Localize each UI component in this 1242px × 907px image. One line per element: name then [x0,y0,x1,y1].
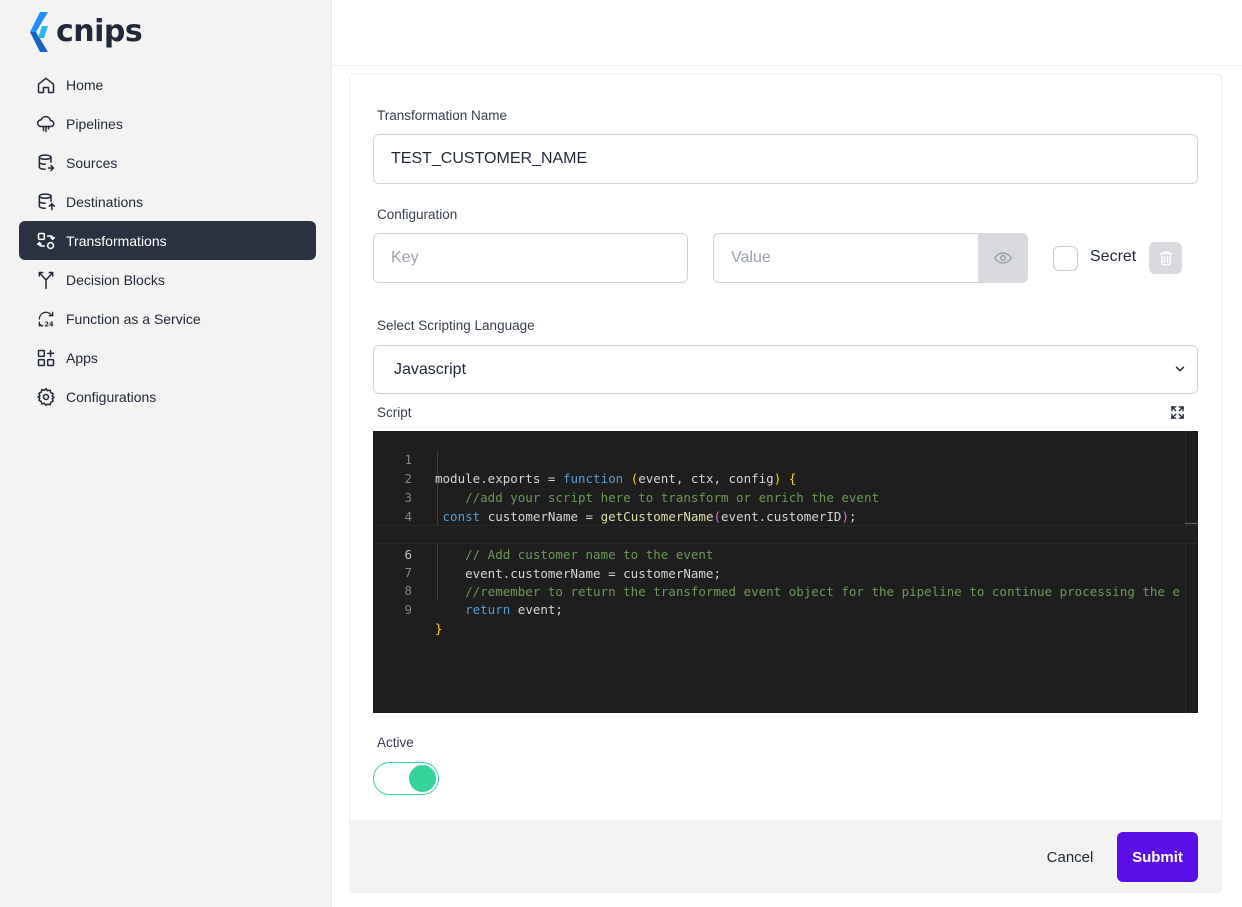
code-editor[interactable]: 1 module.exports = function (event, ctx,… [373,431,1198,713]
home-icon [36,75,56,95]
sidebar-item-label: Destinations [66,193,144,210]
logo-text: cnips [56,13,143,49]
sidebar: cnips Home Pipelines Sources Destination… [0,0,332,907]
script-label: Script [377,405,412,420]
code-line: 5 // Add customer name to the event [373,507,1198,562]
sidebar-item-home[interactable]: Home [19,65,316,104]
code-line: 3 const customerName = getCustomerName(e… [373,469,1198,524]
sidebar-item-transformations[interactable]: Transformations [19,221,316,260]
active-label: Active [377,735,414,750]
app-root: cnips Home Pipelines Sources Destination… [0,0,1242,907]
code-text: return event; [465,602,563,617]
sidebar-item-label: Pipelines [66,115,123,132]
sidebar-item-decision-blocks[interactable]: Decision Blocks [19,260,316,299]
top-bar [332,0,1242,66]
scripting-language-select[interactable]: Javascript [373,345,1198,394]
sidebar-item-configurations[interactable]: Configurations [19,377,316,416]
svg-text:24: 24 [44,320,54,328]
database-source-icon [36,153,56,173]
sidebar-item-pipelines[interactable]: Pipelines [19,104,316,143]
sidebar-item-sources[interactable]: Sources [19,143,316,182]
transform-icon [36,231,56,251]
branch-icon [36,270,56,290]
config-value-input[interactable]: Value [713,233,979,283]
code-line: 8 return event; [373,562,1198,617]
sidebar-item-function-as-a-service[interactable]: 24 Function as a Service [19,299,316,338]
code-line: 7 //remember to return the transformed e… [373,544,1198,599]
sidebar-item-label: Sources [66,154,118,171]
config-key-input[interactable]: Key [373,233,688,283]
sidebar-item-label: Apps [66,349,98,366]
code-line: 1 module.exports = function (event, ctx,… [373,431,1198,486]
transformation-name-input[interactable]: TEST_CUSTOMER_NAME [373,134,1198,184]
secret-checkbox[interactable] [1053,246,1078,271]
toggle-visibility-button[interactable] [978,233,1028,283]
code-line: 9 } [373,581,1198,636]
toggle-knob [409,765,436,792]
config-key-placeholder: Key [391,249,419,266]
transformation-name-label: Transformation Name [377,108,508,123]
sidebar-item-label: Decision Blocks [66,271,165,288]
sidebar-item-label: Home [66,76,104,93]
sidebar-item-apps[interactable]: Apps [19,338,316,377]
configuration-label: Configuration [377,207,458,222]
line-number: 9 [404,602,412,617]
scripting-language-label: Select Scripting Language [377,318,535,333]
expand-icon[interactable] [1171,406,1184,419]
gear-icon [36,387,56,407]
delete-config-button[interactable] [1149,242,1182,274]
submit-button[interactable]: Submit [1117,832,1198,882]
code-line-current: 6 event.customerName = customerName; [373,525,1198,581]
sidebar-item-label: Configurations [66,388,157,405]
sidebar-item-destinations[interactable]: Destinations [19,182,316,221]
sidebar-item-label: Transformations [66,232,167,249]
trash-icon [1158,251,1173,266]
code-line: 4 [373,488,1198,524]
function-24-icon: 24 [36,309,56,329]
active-toggle[interactable] [373,762,439,795]
code-text: } [435,621,443,636]
scripting-language-value: Javascript [394,360,467,378]
eye-icon [993,252,1013,264]
config-value-placeholder: Value [731,249,771,266]
database-destination-icon [36,192,56,212]
code-line: 2 //add your script here to transform or… [373,450,1198,505]
transformation-name-value: TEST_CUSTOMER_NAME [391,150,588,167]
chevron-down-icon [1175,366,1185,372]
apps-grid-icon [36,348,56,368]
logo[interactable]: cnips [26,12,143,52]
logo-mark-icon [30,12,48,52]
pipeline-icon [36,114,56,134]
secret-label: Secret [1090,248,1137,265]
sidebar-item-label: Function as a Service [66,310,201,327]
cancel-button[interactable]: Cancel [1040,845,1100,869]
sidebar-nav: Home Pipelines Sources Destinations Tran… [19,65,316,416]
